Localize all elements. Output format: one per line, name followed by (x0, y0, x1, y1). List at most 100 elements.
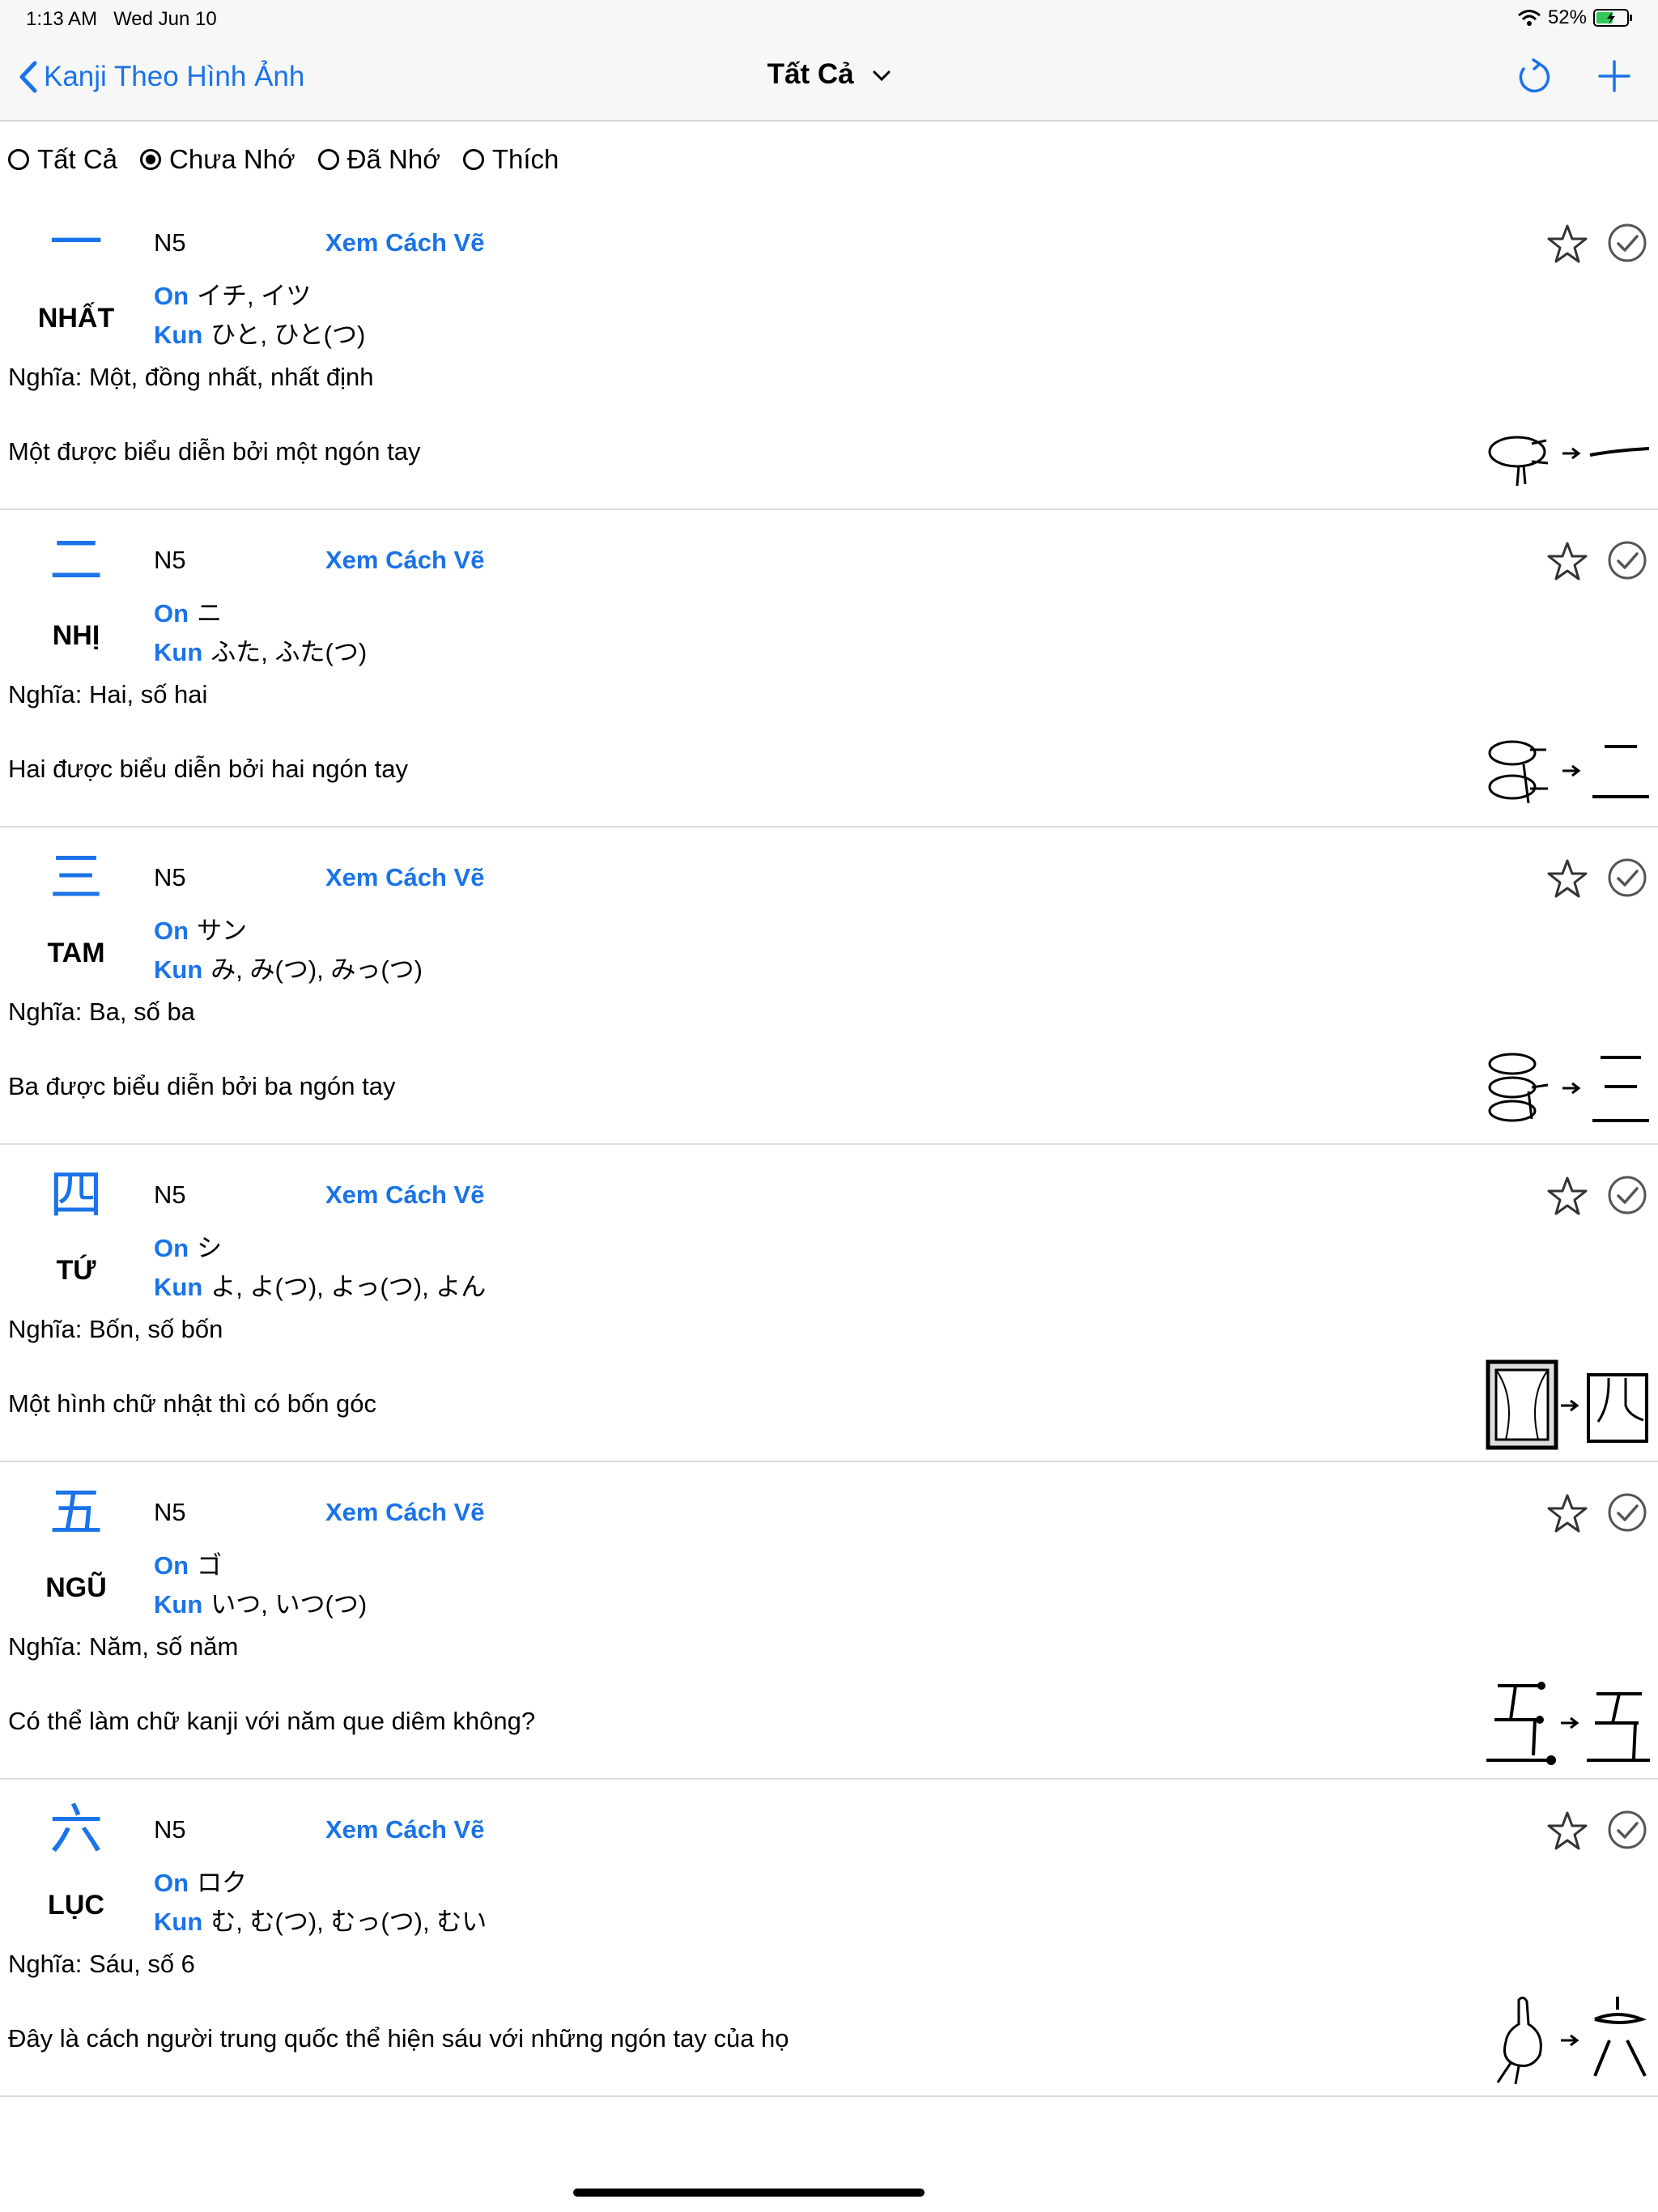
home-indicator[interactable] (573, 2189, 925, 2197)
kanji-entry[interactable]: 五 NGŨ N5 Xem Cách Vẽ On ゴ Kun いつ, いつ(つ) Ng… (0, 1462, 1658, 1780)
mnemonic-text: Hai được biểu diễn bởi hai ngón tay (8, 755, 408, 783)
star-icon[interactable] (1545, 539, 1590, 585)
filter-label: Đã Nhớ (346, 144, 440, 174)
checkmark-circle-icon[interactable] (1606, 539, 1648, 581)
kun-reading: Kun ふた, ふた(つ) (154, 638, 368, 666)
filter-label: Chưa Nhớ (169, 144, 295, 174)
star-icon[interactable] (1545, 1809, 1590, 1854)
checkmark-circle-icon[interactable] (1606, 222, 1648, 264)
filter-label: Thích (491, 144, 559, 174)
kun-reading: Kun よ, よ(つ), よっ(つ), よん (154, 1273, 487, 1301)
kun-reading: Kun み, み(つ), みっ(つ) (154, 955, 423, 984)
checkmark-circle-icon[interactable] (1606, 1809, 1648, 1851)
filter-remembered[interactable]: Đã Nhớ (317, 144, 440, 175)
status-bar: 1:13 AM Wed Jun 10 52% (0, 0, 1658, 36)
on-reading: On サン (154, 917, 248, 945)
han-viet-reading: TAM (47, 938, 105, 968)
kun-reading: Kun ひと, ひと(つ) (154, 321, 366, 349)
jlpt-level: N5 (154, 863, 186, 891)
star-icon[interactable] (1545, 857, 1590, 902)
add-icon[interactable] (1595, 57, 1634, 96)
filter-favorite[interactable]: Thích (462, 144, 559, 175)
star-icon[interactable] (1545, 1174, 1590, 1219)
view-stroke-order-link[interactable]: Xem Cách Vẽ (325, 863, 484, 892)
kun-reading: Kun む, む(つ), むっ(つ), むい (154, 1908, 487, 1936)
radio-icon (8, 149, 29, 170)
jlpt-level: N5 (154, 228, 186, 257)
chevron-down-icon (873, 70, 891, 81)
on-reading: On シ (154, 1234, 223, 1262)
page-title: Tất Cả (767, 58, 854, 90)
filter-radio-group: Tất Cả Chưa Nhớ Đã Nhớ Thích (8, 144, 581, 175)
meaning-text: Nghĩa: Một, đồng nhất, nhất định (8, 363, 374, 391)
mnemonic-text: Một hình chữ nhật thì có bốn góc (8, 1389, 377, 1418)
han-viet-reading: NGŨ (45, 1572, 107, 1603)
kun-reading: Kun いつ, いつ(つ) (154, 1590, 368, 1619)
han-viet-reading: NHẤT (37, 303, 115, 334)
on-reading: On イチ, イツ (154, 282, 312, 310)
on-reading: On ロク (154, 1869, 248, 1897)
status-time-date: 1:13 AM Wed Jun 10 (26, 8, 217, 30)
mnemonic-text: Một được biểu diễn bởi một ngón tay (8, 437, 421, 466)
status-right: 52% (1517, 6, 1634, 29)
kanji-character: 四 (49, 1163, 103, 1226)
title-dropdown[interactable]: Tất Cả (0, 58, 1658, 91)
mnemonic-illustration (1488, 1053, 1649, 1122)
checkmark-circle-icon[interactable] (1606, 1174, 1648, 1216)
mnemonic-illustration (1496, 1996, 1647, 2085)
kanji-entry[interactable]: 六 LỤC N5 Xem Cách Vẽ On ロク Kun む, む(つ), むっ… (0, 1780, 1658, 2097)
meaning-text: Nghĩa: Năm, số năm (8, 1632, 239, 1661)
jlpt-level: N5 (154, 1498, 186, 1526)
battery-charging-icon (1593, 9, 1632, 27)
kanji-character: 二 (49, 529, 103, 591)
star-icon[interactable] (1545, 1491, 1590, 1537)
view-stroke-order-link[interactable]: Xem Cách Vẽ (325, 1180, 484, 1210)
view-stroke-order-link[interactable]: Xem Cách Vẽ (325, 228, 484, 257)
star-icon[interactable] (1545, 222, 1590, 267)
han-viet-reading: LỤC (48, 1890, 104, 1921)
kanji-entry[interactable]: 二 NHỊ N5 Xem Cách Vẽ On ニ Kun ふた, ふた(つ) Ng… (0, 510, 1658, 827)
wifi-icon (1517, 10, 1541, 26)
radio-icon (462, 149, 484, 170)
mnemonic-illustration (1486, 1682, 1650, 1765)
kanji-entry[interactable]: 四 TỨ N5 Xem Cách Vẽ On シ Kun よ, よ(つ), よっ(つ… (0, 1145, 1658, 1462)
jlpt-level: N5 (154, 1815, 186, 1844)
on-reading: On ニ (154, 599, 223, 627)
kanji-character: 六 (49, 1798, 103, 1861)
meaning-text: Nghĩa: Hai, số hai (8, 680, 208, 708)
mnemonic-text: Ba được biểu diễn bởi ba ngón tay (8, 1072, 396, 1100)
meaning-text: Nghĩa: Sáu, số 6 (8, 1950, 195, 1978)
filter-label: Tất Cả (37, 144, 118, 174)
han-viet-reading: NHỊ (52, 620, 100, 651)
kanji-list: 一 NHẤT N5 Xem Cách Vẽ On イチ, イツ Kun ひと, ひと… (0, 193, 1658, 2097)
mnemonic-text: Có thể làm chữ kanji với năm que diêm kh… (8, 1707, 536, 1735)
view-stroke-order-link[interactable]: Xem Cách Vẽ (325, 546, 484, 575)
radio-icon (317, 149, 339, 170)
jlpt-level: N5 (154, 546, 186, 574)
on-reading: On ゴ (154, 1551, 223, 1580)
mnemonic-text: Đây là cách người trung quốc thể hiện sá… (8, 2024, 789, 2052)
radio-selected-icon (140, 149, 162, 170)
kanji-character: 一 (49, 211, 103, 274)
han-viet-reading: TỨ (56, 1255, 96, 1286)
refresh-icon[interactable] (1514, 57, 1553, 96)
meaning-text: Nghĩa: Ba, số ba (8, 998, 195, 1026)
meaning-text: Nghĩa: Bốn, số bốn (8, 1315, 223, 1343)
kanji-character: 五 (49, 1481, 103, 1543)
mnemonic-illustration (1486, 1359, 1648, 1450)
filter-all[interactable]: Tất Cả (8, 144, 117, 175)
kanji-entry[interactable]: 三 TAM N5 Xem Cách Vẽ On サン Kun み, み(つ), みっ… (0, 827, 1658, 1145)
view-stroke-order-link[interactable]: Xem Cách Vẽ (325, 1815, 484, 1844)
filter-not-remembered[interactable]: Chưa Nhớ (140, 144, 295, 175)
nav-actions (1514, 57, 1634, 96)
jlpt-level: N5 (154, 1180, 186, 1209)
mnemonic-illustration (1488, 740, 1649, 804)
checkmark-circle-icon[interactable] (1606, 857, 1648, 899)
kanji-character: 三 (49, 846, 103, 908)
kanji-entry[interactable]: 一 NHẤT N5 Xem Cách Vẽ On イチ, イツ Kun ひと, ひと… (0, 193, 1658, 510)
battery-percent: 52% (1547, 6, 1587, 28)
mnemonic-illustration (1488, 436, 1650, 487)
checkmark-circle-icon[interactable] (1606, 1491, 1648, 1534)
navigation-bar: Kanji Theo Hình Ảnh Tất Cả (0, 36, 1658, 121)
view-stroke-order-link[interactable]: Xem Cách Vẽ (325, 1498, 484, 1527)
